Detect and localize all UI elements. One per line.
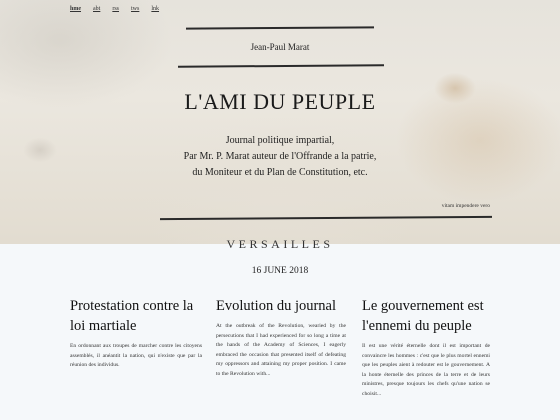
rule-top bbox=[185, 26, 375, 30]
nav-link-tweets[interactable]: tws bbox=[131, 6, 139, 12]
article-title[interactable]: Evolution du journal bbox=[216, 296, 346, 316]
nav-link-home[interactable]: hme bbox=[70, 6, 81, 12]
article-title[interactable]: Le gouvernement est l'ennemi du peuple bbox=[362, 296, 490, 336]
nav-link-rss[interactable]: rss bbox=[112, 6, 119, 12]
subtitle-line: Par Mr. P. Marat auteur de l'Offrande a … bbox=[183, 151, 377, 162]
post-date: 16 JUNE 2018 bbox=[251, 266, 309, 276]
top-nav: hme abt rss tws lnk bbox=[70, 6, 159, 12]
subtitle-line: Journal politique impartial, bbox=[225, 135, 335, 146]
subtitle-line: du Moniteur et du Plan de Constitution, … bbox=[192, 167, 368, 178]
article-card: Evolution du journal At the outbreak of … bbox=[216, 296, 346, 379]
article-card: Le gouvernement est l'ennemi du peuple I… bbox=[362, 296, 490, 399]
article-title[interactable]: Protestation contre la loi martiale bbox=[70, 296, 202, 336]
rule-under-author bbox=[177, 64, 385, 68]
author-name: Jean-Paul Marat bbox=[250, 42, 310, 52]
article-excerpt: At the outbreak of the Revolution, weari… bbox=[216, 323, 346, 377]
masthead: hme abt rss tws lnk Jean-Paul Marat L'AM… bbox=[0, 0, 560, 244]
motto: vitam impendere vero bbox=[441, 203, 490, 209]
section-title: VERSAILLES bbox=[226, 237, 334, 251]
rule-bottom bbox=[159, 215, 493, 221]
subtitle: Journal politique impartial, Par Mr. P. … bbox=[0, 133, 560, 181]
nav-link-links[interactable]: lnk bbox=[151, 6, 159, 12]
article-excerpt: Il est une vérité éternelle dont il est … bbox=[362, 343, 490, 397]
article-excerpt: En ordonnant aux troupes de marcher cont… bbox=[70, 343, 202, 368]
article-card: Protestation contre la loi martiale En o… bbox=[70, 296, 202, 371]
page-title: L'AMI DU PEUPLE bbox=[184, 89, 376, 114]
nav-link-about[interactable]: abt bbox=[93, 6, 100, 12]
